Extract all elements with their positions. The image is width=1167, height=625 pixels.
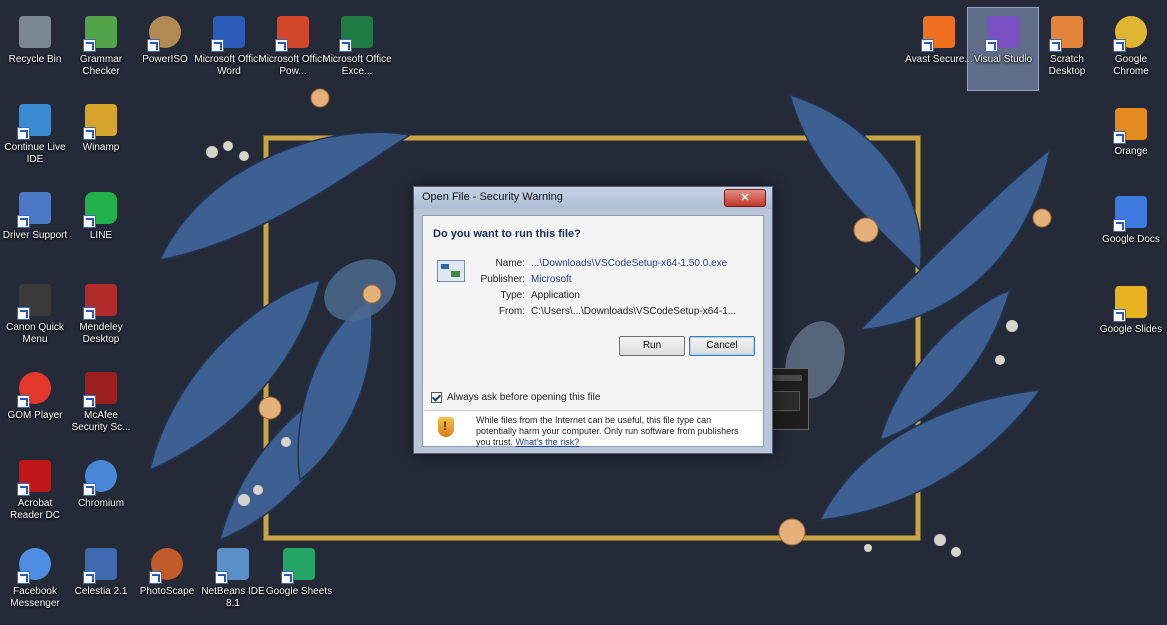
file-source-value: C:\Users\...\Downloads\VSCodeSetup-x64-1… [531, 306, 737, 317]
application-icon [437, 260, 465, 282]
word-icon [211, 14, 247, 52]
desktop-icon-winamp[interactable]: Winamp [66, 96, 136, 178]
disc-icon [147, 14, 183, 52]
desktop-icon-grammar-checker[interactable]: Grammar Checker [66, 8, 136, 90]
avast-icon [921, 14, 957, 52]
close-button[interactable]: ✕ [724, 189, 766, 207]
orange-icon [1113, 106, 1149, 144]
desktop-icon-avast[interactable]: Avast Secure... [904, 8, 974, 90]
security-warning-dialog: Open File - Security Warning ✕ Do you wa… [413, 186, 773, 454]
window-content [772, 391, 800, 411]
recycle-bin-icon [17, 14, 53, 50]
pdf-icon [17, 458, 53, 496]
media-player-icon [17, 370, 53, 408]
photo-icon [149, 546, 185, 584]
desktop-icon-photoscape[interactable]: PhotoScape [132, 540, 202, 622]
powerpoint-icon [275, 14, 311, 52]
desktop-icon-slides[interactable]: Google Slides [1096, 278, 1166, 360]
desktop-icon-chromium[interactable]: Chromium [66, 452, 136, 534]
spreadsheet-icon [281, 546, 317, 584]
cube-icon [215, 546, 251, 584]
desktop-icon-scratch[interactable]: Scratch Desktop [1032, 8, 1102, 90]
info-row-type: Type: Application [500, 290, 580, 301]
desktop-icon-chrome[interactable]: Google Chrome [1096, 8, 1166, 90]
desktop-icon-word[interactable]: Microsoft Office Word [194, 8, 264, 90]
desktop-icon-celestia[interactable]: Celestia 2.1 [66, 540, 136, 622]
desktop-icon-driver[interactable]: Driver Support [0, 184, 70, 266]
run-button[interactable]: Run [619, 336, 685, 356]
dialog-titlebar[interactable]: Open File - Security Warning ✕ [414, 187, 772, 209]
desktop-icon-sheets[interactable]: Google Sheets [264, 540, 334, 622]
grammar-checker-icon [83, 14, 119, 52]
desktop-icon-powerpoint[interactable]: Microsoft Office Pow... [258, 8, 328, 90]
file-type-value: Application [531, 290, 580, 301]
publisher-link[interactable]: Microsoft [531, 274, 572, 285]
desktop-icon-visual-studio[interactable]: Visual Studio [967, 7, 1039, 91]
desktop-icon-excel[interactable]: Microsoft Office Exce... [322, 8, 392, 90]
info-row-from: From: C:\Users\...\Downloads\VSCodeSetup-… [498, 306, 737, 317]
always-ask-checkbox[interactable]: Always ask before opening this file [431, 392, 600, 403]
desktop-icon-acrobat[interactable]: Acrobat Reader DC [0, 452, 70, 534]
desktop-icon-mendeley[interactable]: Mendeley Desktop [66, 276, 136, 358]
scratch-icon [1049, 14, 1085, 52]
warning-text: While files from the Internet can be use… [476, 415, 739, 447]
excel-icon [339, 14, 375, 52]
whats-the-risk-link[interactable]: What's the risk? [516, 437, 580, 447]
chrome-icon [1113, 14, 1149, 52]
driver-icon [17, 190, 53, 228]
chat-icon [17, 546, 53, 584]
winamp-icon [83, 102, 119, 140]
background-window[interactable] [767, 368, 809, 430]
desktop-icon-line[interactable]: LINE [66, 184, 136, 266]
shield-icon [83, 370, 119, 408]
security-shield-icon [438, 417, 454, 437]
document-icon [1113, 194, 1149, 232]
file-name-link[interactable]: ...\Downloads\VSCodeSetup-x64-1.50.0.exe [531, 258, 727, 269]
info-row-name: Name: ...\Downloads\VSCodeSetup-x64-1.50.… [495, 258, 728, 269]
desktop-icon-docs[interactable]: Google Docs [1096, 188, 1166, 270]
checkbox-checked-icon[interactable] [431, 392, 442, 403]
line-icon [83, 190, 119, 228]
printer-icon [17, 282, 53, 320]
desktop-icon-recycle-bin[interactable]: Recycle Bin [0, 8, 70, 90]
mendeley-icon [83, 282, 119, 320]
desktop-icon-netbeans[interactable]: NetBeans IDE 8.1 [198, 540, 268, 622]
planet-icon [83, 546, 119, 584]
info-row-publisher: Publisher: Microsoft [480, 274, 572, 285]
desktop-icon-gom[interactable]: GOM Player [0, 364, 70, 446]
desktop: Recycle Bin Grammar Checker PowerISO Mic… [0, 0, 1167, 625]
dialog-question: Do you want to run this file? [433, 228, 581, 240]
slides-icon [1113, 284, 1149, 322]
desktop-icon-poweriso[interactable]: PowerISO [130, 8, 200, 90]
desktop-icon-orange[interactable]: Orange [1096, 100, 1166, 182]
desktop-icon-canon[interactable]: Canon Quick Menu [0, 276, 70, 358]
desktop-icon-messenger[interactable]: Facebook Messenger [0, 540, 70, 622]
dialog-body: Do you want to run this file? Name: ...\D… [422, 215, 764, 447]
warning-panel: While files from the Internet can be use… [424, 410, 762, 447]
window-titlebar [772, 375, 802, 381]
desktop-icon-mcafee[interactable]: McAfee Security Sc... [66, 364, 136, 446]
visual-studio-icon [985, 14, 1021, 52]
cancel-button[interactable]: Cancel [689, 336, 755, 356]
computer-icon [17, 102, 53, 140]
browser-icon [83, 458, 119, 496]
desktop-icon-continue-ide[interactable]: Continue Live IDE [0, 96, 70, 178]
dialog-title: Open File - Security Warning [422, 191, 563, 203]
